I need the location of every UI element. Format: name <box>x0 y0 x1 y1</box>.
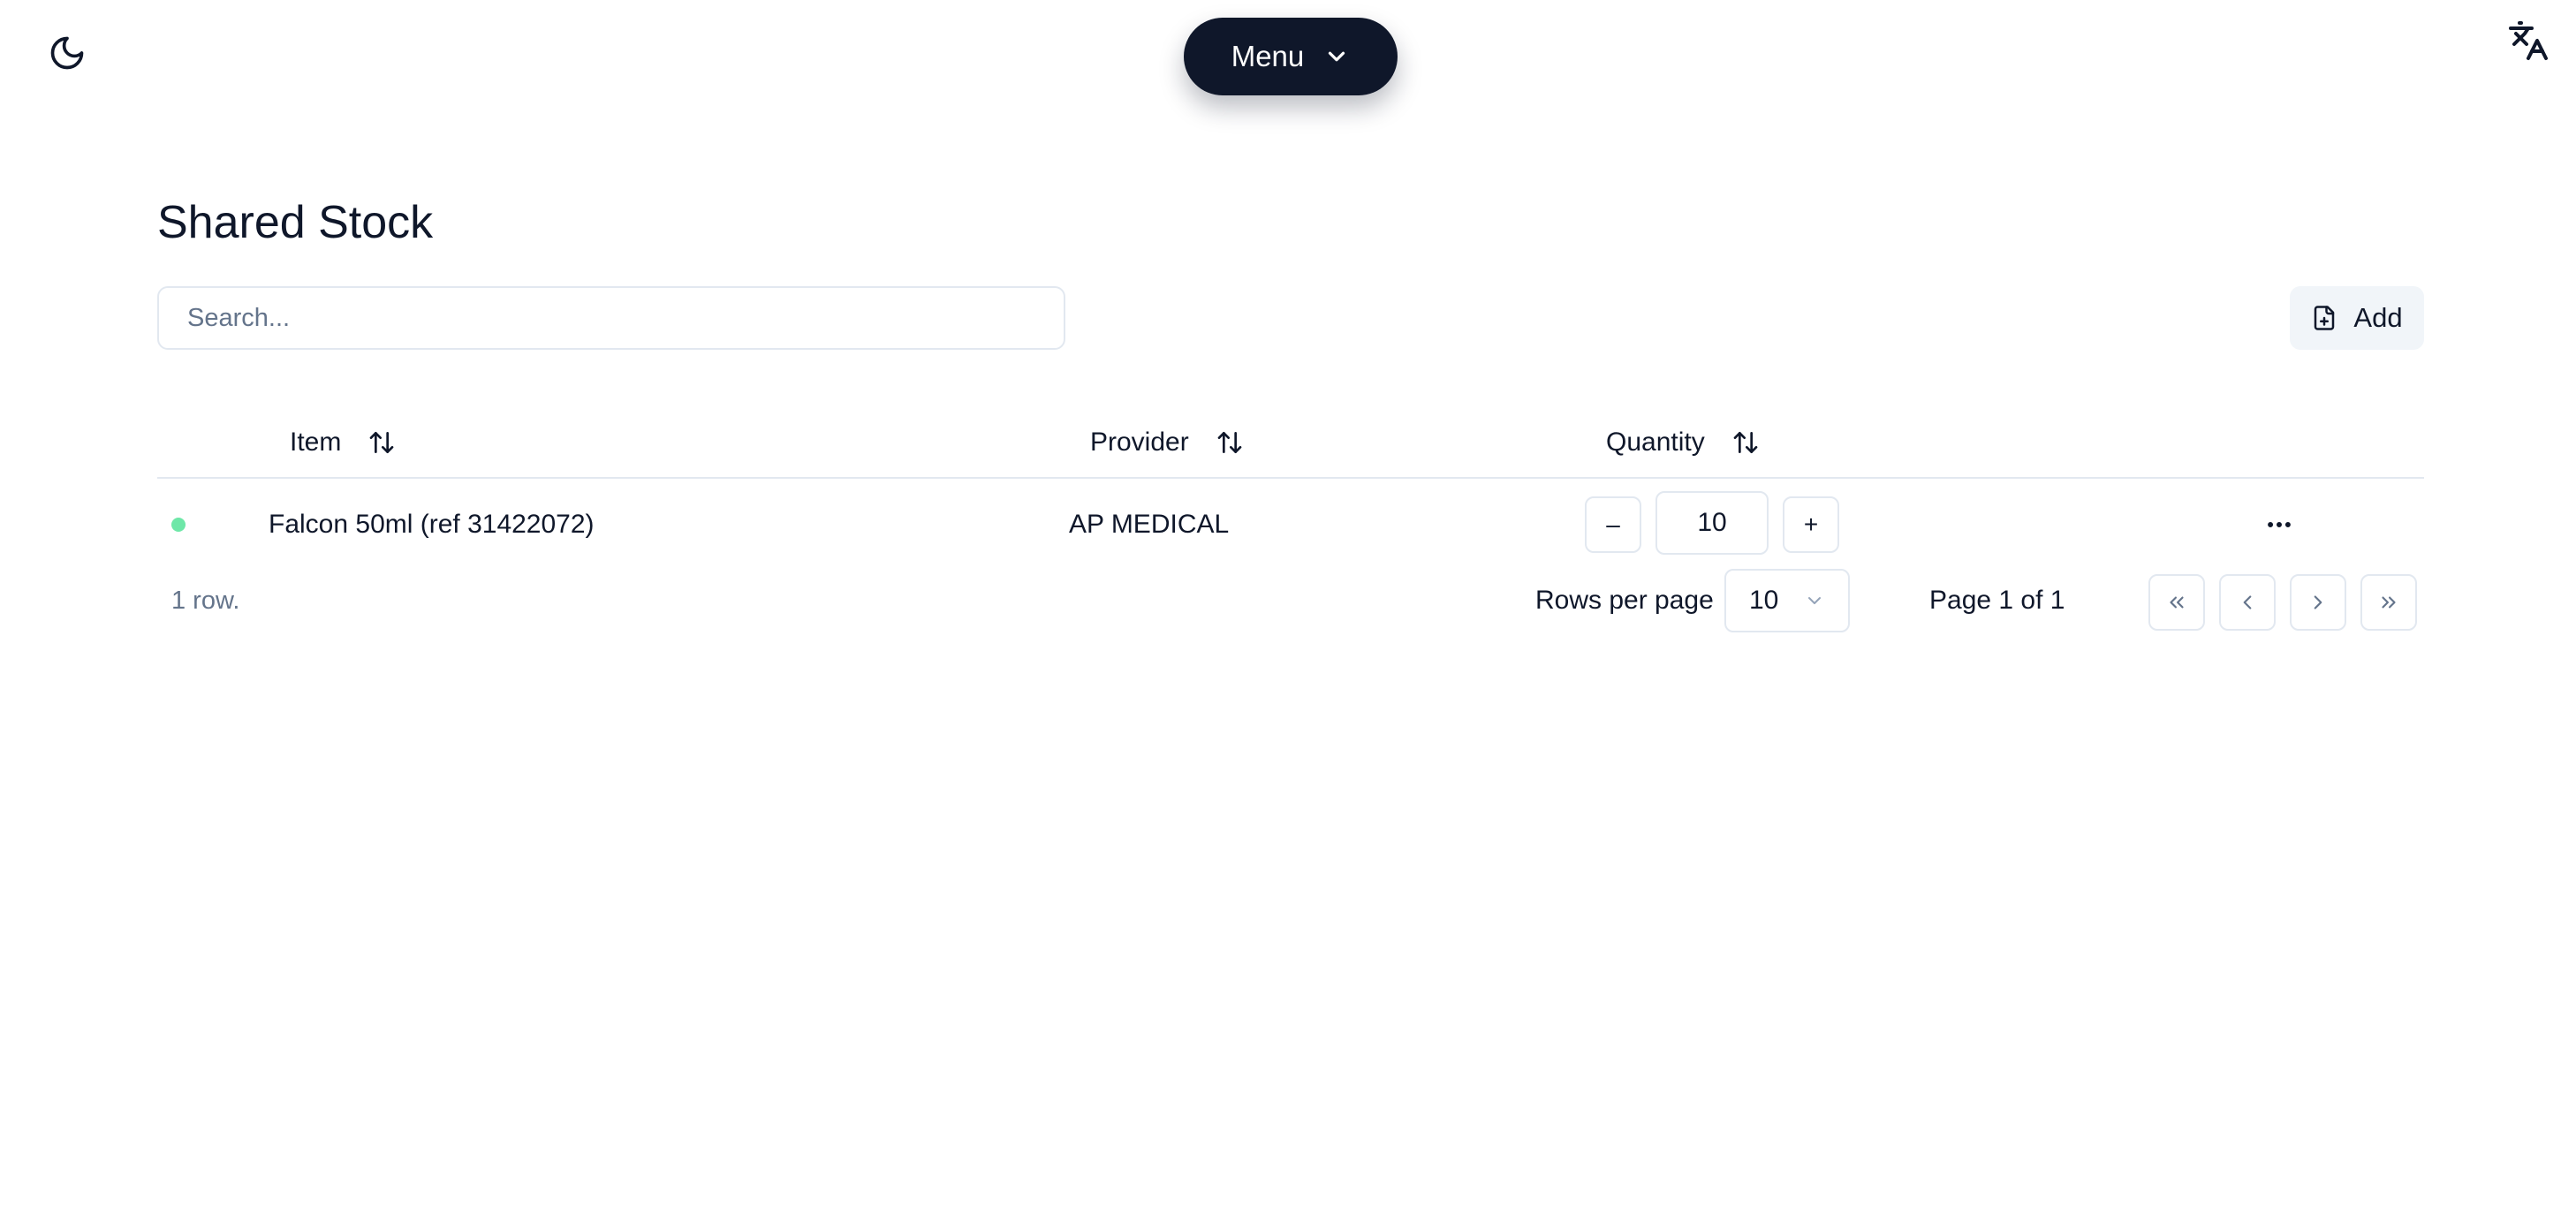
file-plus-icon <box>2315 306 2335 330</box>
increment-button[interactable]: + <box>1783 496 1839 553</box>
decrement-button[interactable]: – <box>1585 496 1641 553</box>
next-page-button[interactable] <box>2290 574 2346 631</box>
search-input[interactable] <box>157 286 1065 350</box>
page-title: Shared Stock <box>157 197 434 248</box>
column-header-provider[interactable]: Provider <box>1090 413 1244 472</box>
more-horizontal-icon <box>2268 522 2291 527</box>
provider-cell: AP MEDICAL <box>1069 510 1230 539</box>
sort-icon <box>1731 428 1760 457</box>
translate-icon <box>2509 21 2548 60</box>
sort-icon <box>367 428 396 457</box>
rows-per-page-select[interactable]: 10 <box>1724 569 1850 632</box>
menu-button[interactable]: Menu <box>1184 18 1398 95</box>
moon-icon <box>50 36 84 70</box>
sort-icon <box>1216 428 1244 457</box>
page-info: Page 1 of 1 <box>1929 586 2065 615</box>
menu-label: Menu <box>1231 40 1305 72</box>
table-header: Item Provider Quantity <box>157 413 2424 479</box>
row-count: 1 row. <box>171 586 240 615</box>
column-label-provider: Provider <box>1090 428 1189 457</box>
column-label-quantity: Quantity <box>1606 428 1705 457</box>
quantity-input[interactable] <box>1655 491 1769 555</box>
previous-page-button[interactable] <box>2219 574 2276 631</box>
column-header-quantity[interactable]: Quantity <box>1606 413 1760 472</box>
chevron-left-icon <box>2243 595 2252 609</box>
rows-per-page-label: Rows per page <box>1535 586 1714 615</box>
column-header-item[interactable]: Item <box>290 413 396 472</box>
chevron-down-icon <box>1808 597 1821 604</box>
item-cell: Falcon 50ml (ref 31422072) <box>269 510 595 539</box>
table-footer: 1 row. Rows per page 10 Page 1 of 1 <box>157 569 2424 632</box>
chevrons-left-icon <box>2170 596 2184 609</box>
last-page-button[interactable] <box>2360 574 2417 631</box>
status-dot <box>171 518 186 532</box>
chevrons-right-icon <box>2382 596 2396 609</box>
add-label: Add <box>2353 302 2403 333</box>
language-toggle-button[interactable] <box>2504 16 2553 65</box>
rows-per-page-value: 10 <box>1749 586 1779 615</box>
first-page-button[interactable] <box>2148 574 2205 631</box>
row-actions-button[interactable] <box>2251 496 2307 553</box>
chevron-right-icon <box>2314 595 2322 609</box>
chevron-down-icon <box>1329 51 1345 62</box>
theme-toggle-button[interactable] <box>42 28 92 78</box>
table-row: Falcon 50ml (ref 31422072) AP MEDICAL – … <box>157 489 2424 560</box>
column-label-item: Item <box>290 428 342 457</box>
add-button[interactable]: Add <box>2290 286 2424 350</box>
